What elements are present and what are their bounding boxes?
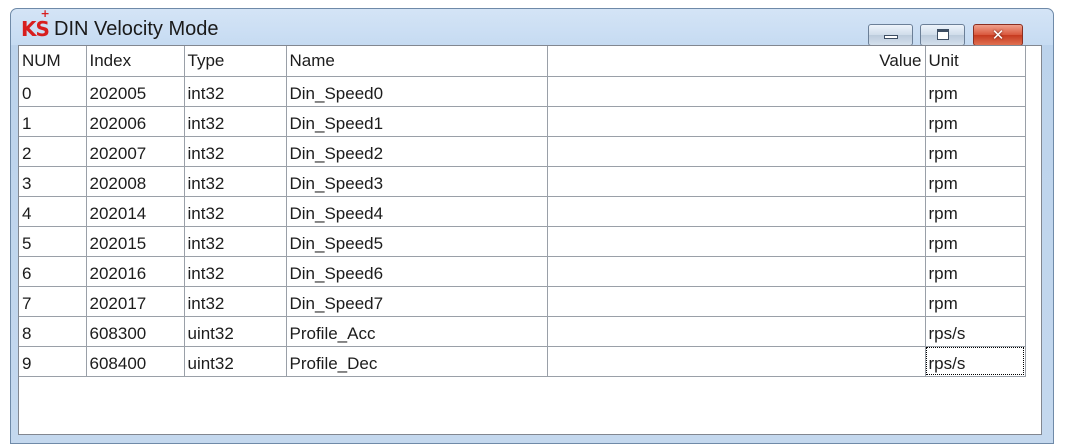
cell-value[interactable] (547, 166, 926, 197)
parameter-table: NUM Index Type Name Value Unit 0 202005 … (19, 46, 1026, 377)
maximize-button[interactable] (920, 24, 965, 46)
header-name[interactable]: Name (286, 46, 548, 77)
cell-index: 608300 (86, 316, 185, 347)
cell-index: 202017 (86, 286, 185, 317)
header-unit[interactable]: Unit (925, 46, 1026, 77)
cell-num: 2 (19, 136, 87, 167)
cell-num: 5 (19, 226, 87, 257)
cell-index: 608400 (86, 346, 185, 377)
table-row[interactable]: 1 202006 int32 Din_Speed1 rpm (19, 106, 1026, 137)
header-num[interactable]: NUM (19, 46, 87, 77)
cell-type: int32 (184, 226, 287, 257)
cell-type: int32 (184, 196, 287, 227)
cell-name: Din_Speed1 (286, 106, 548, 137)
cell-num: 6 (19, 256, 87, 287)
cell-value[interactable] (547, 256, 926, 287)
cell-index: 202006 (86, 106, 185, 137)
table-row[interactable]: 7 202017 int32 Din_Speed7 rpm (19, 286, 1026, 317)
cell-unit-focused: rps/s (925, 346, 1026, 377)
cell-type: int32 (184, 106, 287, 137)
cell-index: 202016 (86, 256, 185, 287)
cell-value[interactable] (547, 346, 926, 377)
cell-value[interactable] (547, 286, 926, 317)
cell-type: uint32 (184, 346, 287, 377)
cell-name: Din_Speed6 (286, 256, 548, 287)
cell-index: 202014 (86, 196, 185, 227)
cell-index: 202008 (86, 166, 185, 197)
minimize-button[interactable] (868, 24, 913, 46)
table-row[interactable]: 5 202015 int32 Din_Speed5 rpm (19, 226, 1026, 257)
parameter-grid: NUM Index Type Name Value Unit 0 202005 … (18, 45, 1042, 435)
cell-index: 202015 (86, 226, 185, 257)
table-row[interactable]: 6 202016 int32 Din_Speed6 rpm (19, 256, 1026, 287)
cell-value[interactable] (547, 226, 926, 257)
cell-name: Din_Speed4 (286, 196, 548, 227)
cell-unit: rps/s (925, 316, 1026, 347)
cell-unit: rpm (925, 76, 1026, 107)
table-row[interactable]: 0 202005 int32 Din_Speed0 rpm (19, 76, 1026, 107)
cell-num: 3 (19, 166, 87, 197)
cell-unit: rpm (925, 196, 1026, 227)
cell-num: 7 (19, 286, 87, 317)
minimize-icon (884, 35, 898, 39)
title-bar[interactable]: KS + DIN Velocity Mode ✕ (11, 7, 1053, 46)
close-button[interactable]: ✕ (973, 24, 1023, 46)
cell-value[interactable] (547, 316, 926, 347)
cell-name: Profile_Dec (286, 346, 548, 377)
table-row[interactable]: 4 202014 int32 Din_Speed4 rpm (19, 196, 1026, 227)
cell-name: Din_Speed7 (286, 286, 548, 317)
cell-num: 0 (19, 76, 87, 107)
cell-unit: rpm (925, 136, 1026, 167)
cell-name: Din_Speed5 (286, 226, 548, 257)
cell-unit: rpm (925, 106, 1026, 137)
cell-index: 202005 (86, 76, 185, 107)
header-index[interactable]: Index (86, 46, 185, 77)
cell-num: 1 (19, 106, 87, 137)
cell-unit: rpm (925, 226, 1026, 257)
header-value[interactable]: Value (547, 46, 926, 77)
cell-unit: rpm (925, 166, 1026, 197)
app-logo-icon: KS + (21, 7, 50, 41)
table-header-row: NUM Index Type Name Value Unit (19, 46, 1026, 77)
cell-name: Din_Speed2 (286, 136, 548, 167)
cell-type: int32 (184, 76, 287, 107)
cell-unit: rpm (925, 286, 1026, 317)
cell-name: Profile_Acc (286, 316, 548, 347)
cell-num: 8 (19, 316, 87, 347)
close-icon: ✕ (991, 26, 1005, 44)
cell-type: int32 (184, 286, 287, 317)
maximize-icon (937, 29, 949, 40)
header-type[interactable]: Type (184, 46, 287, 77)
cell-index: 202007 (86, 136, 185, 167)
cell-type: uint32 (184, 316, 287, 347)
window-title: DIN Velocity Mode (54, 18, 219, 40)
cell-value[interactable] (547, 136, 926, 167)
din-velocity-window: KS + DIN Velocity Mode ✕ NUM Index Type … (10, 8, 1054, 444)
table-row[interactable]: 9 608400 uint32 Profile_Dec rps/s (19, 346, 1026, 377)
cell-type: int32 (184, 136, 287, 167)
cell-name: Din_Speed0 (286, 76, 548, 107)
cell-num: 9 (19, 346, 87, 377)
table-row[interactable]: 2 202007 int32 Din_Speed2 rpm (19, 136, 1026, 167)
cell-type: int32 (184, 166, 287, 197)
cell-type: int32 (184, 256, 287, 287)
table-row[interactable]: 3 202008 int32 Din_Speed3 rpm (19, 166, 1026, 197)
cell-name: Din_Speed3 (286, 166, 548, 197)
cell-value[interactable] (547, 106, 926, 137)
cell-value[interactable] (547, 196, 926, 227)
cell-unit: rpm (925, 256, 1026, 287)
cell-value[interactable] (547, 76, 926, 107)
cell-num: 4 (19, 196, 87, 227)
table-row[interactable]: 8 608300 uint32 Profile_Acc rps/s (19, 316, 1026, 347)
